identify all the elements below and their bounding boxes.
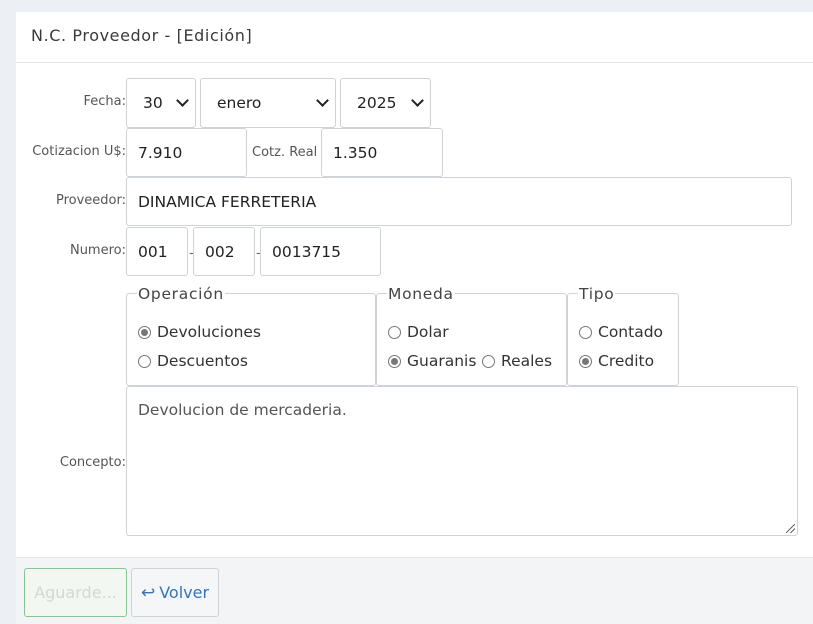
radio-checked-icon [388,354,401,368]
numero-label: Numero: [69,243,126,258]
radio-checked-icon [138,325,151,339]
month-value: enero [217,94,262,112]
radio-credito[interactable]: Credito [579,352,654,370]
year-select[interactable]: 2025 [340,78,431,128]
fecha-label: Fecha: [83,94,127,109]
page-title: N.C. Proveedor - [Edición] [31,26,253,45]
radio-checked-icon [579,354,592,368]
cotizacion-label: Cotizacion U$: [32,144,126,159]
day-select[interactable]: 30 [126,78,196,128]
moneda-group: Moneda Dolar Guaranis Reales [376,285,567,386]
save-button[interactable]: Aguarde... [24,568,127,617]
radio-unchecked-icon [388,325,401,339]
proveedor-label: Proveedor: [55,193,126,208]
chevron-down-icon [176,94,189,107]
operacion-group: Operación Devoluciones Descuentos [126,285,376,386]
radio-contado[interactable]: Contado [579,323,663,341]
chevron-down-icon [316,94,329,107]
numero-part3-input[interactable]: 0013715 [260,227,381,276]
radio-dolar[interactable]: Dolar [388,323,449,341]
proveedor-input[interactable]: DINAMICA FERRETERIA [126,177,792,226]
return-arrow-icon: ↩ [140,582,156,603]
radio-reales[interactable]: Reales [482,352,552,370]
tipo-legend: Tipo [578,285,616,303]
cotizacion-input[interactable]: 7.910 [126,128,247,177]
back-button[interactable]: ↩ Volver [131,568,219,617]
year-value: 2025 [357,94,397,112]
divider [16,62,813,63]
concepto-label: Concepto: [59,455,126,470]
radio-descuentos[interactable]: Descuentos [138,352,248,370]
radio-unchecked-icon [482,354,495,368]
numero-part2-input[interactable]: 002 [193,227,255,276]
radio-unchecked-icon [579,325,592,339]
edit-panel: N.C. Proveedor - [Edición] Fecha: 30 ene… [16,12,813,624]
day-value: 30 [143,94,163,112]
concepto-value: Devolucion de mercaderia. [138,401,347,419]
numero-part1-input[interactable]: 001 [126,227,188,276]
month-select[interactable]: enero [200,78,336,128]
form-footer: Aguarde... ↩ Volver [16,557,813,624]
cotz-real-label: Cotz. Real [252,145,318,160]
radio-guaranis[interactable]: Guaranis [388,352,476,370]
radio-unchecked-icon [138,354,151,368]
operacion-legend: Operación [137,285,225,303]
radio-devoluciones[interactable]: Devoluciones [138,323,261,341]
tipo-group: Tipo Contado Credito [567,285,679,386]
moneda-legend: Moneda [387,285,455,303]
cotz-real-input[interactable]: 1.350 [321,128,443,177]
concepto-textarea[interactable]: Devolucion de mercaderia. [126,386,798,536]
chevron-down-icon [411,94,424,107]
back-button-label: Volver [159,583,210,602]
resize-handle-icon[interactable] [786,524,795,533]
